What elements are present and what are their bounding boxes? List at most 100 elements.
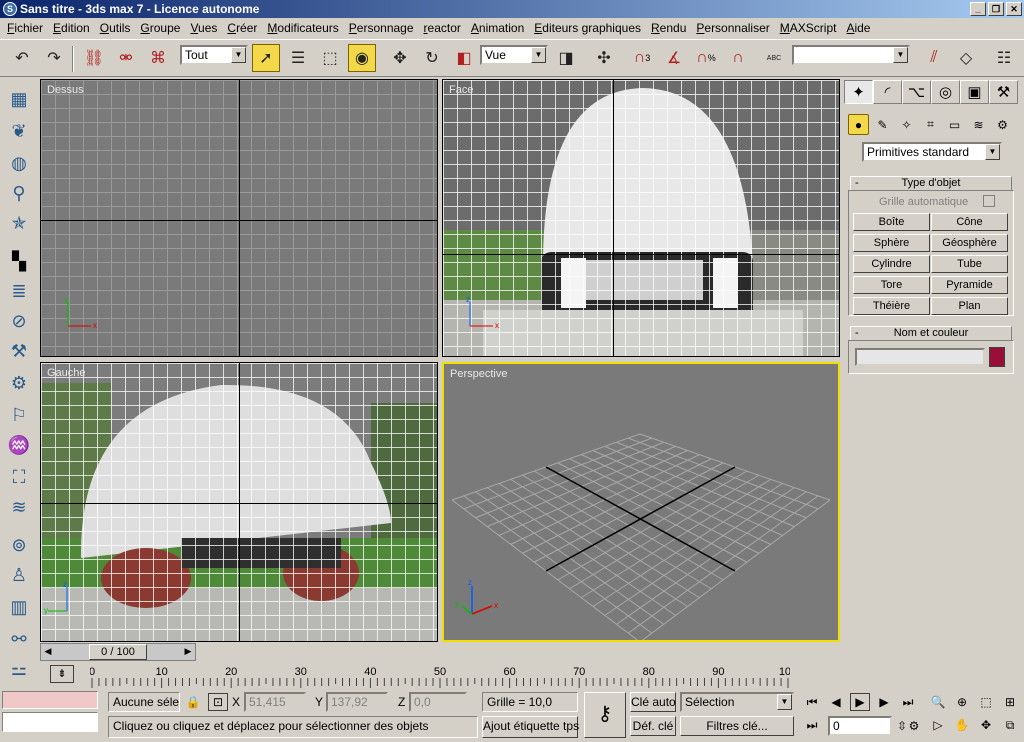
fov-icon[interactable]: ▷ bbox=[928, 716, 948, 734]
time-config-icon[interactable]: ⚙ bbox=[904, 717, 924, 735]
reference-coord-dropdown[interactable]: Vue ▼ bbox=[480, 45, 548, 65]
bind-space-warp-icon[interactable]: ⌘ bbox=[144, 44, 172, 72]
undo-icon[interactable]: ↶ bbox=[8, 44, 36, 72]
plane-button[interactable]: Plan bbox=[931, 297, 1008, 315]
previous-frame-icon[interactable]: ◀ bbox=[826, 693, 846, 711]
scale-icon[interactable]: ◧ bbox=[450, 44, 478, 72]
tube-button[interactable]: Tube bbox=[931, 255, 1008, 273]
go-to-end-icon[interactable]: ⏭ bbox=[898, 693, 918, 711]
objects-icon[interactable]: ▦ bbox=[6, 86, 32, 112]
menu-edition[interactable]: Edition bbox=[48, 21, 95, 35]
rotate-icon[interactable]: ↻ bbox=[418, 44, 446, 72]
sphere-icon[interactable]: ◍ bbox=[6, 150, 32, 176]
cylinder-button[interactable]: Cylindre bbox=[853, 255, 930, 273]
key-filters-button[interactable]: Filtres clé... bbox=[680, 716, 794, 736]
arc-rotate-icon[interactable]: ✥ bbox=[976, 716, 996, 734]
manipulate-icon[interactable]: ✣ bbox=[590, 44, 618, 72]
menu-animation[interactable]: Animation bbox=[466, 21, 529, 35]
display-tab-icon[interactable]: ▣ bbox=[960, 80, 989, 104]
lights-cat-icon[interactable]: ✧ bbox=[896, 114, 917, 135]
link-icon[interactable]: ⛓ bbox=[80, 44, 108, 72]
bend-icon[interactable]: ♒ bbox=[6, 432, 32, 458]
menu-groupe[interactable]: Groupe bbox=[135, 21, 185, 35]
menu-personnage[interactable]: Personnage bbox=[344, 21, 419, 35]
gear-icon[interactable]: ⚙ bbox=[6, 370, 32, 396]
shapes-cat-icon[interactable]: ✎ bbox=[872, 114, 893, 135]
menu-maxscript[interactable]: MAXScript bbox=[775, 21, 842, 35]
menu-outils[interactable]: Outils bbox=[95, 21, 136, 35]
torus-icon[interactable]: ⊚ bbox=[6, 532, 32, 558]
snap-toggle-icon[interactable]: ∩ 3 bbox=[628, 44, 656, 72]
viewport-front[interactable]: Face z x bbox=[442, 79, 840, 357]
panel-icon[interactable]: ▥ bbox=[6, 594, 32, 620]
maxscript-input[interactable] bbox=[2, 712, 98, 732]
menu-modificateurs[interactable]: Modificateurs bbox=[262, 21, 343, 35]
percent-snap-icon[interactable]: ∩% bbox=[692, 44, 720, 72]
zoom-icon[interactable]: 🔍 bbox=[928, 693, 948, 711]
current-frame-field[interactable]: 0 bbox=[828, 716, 892, 736]
motion-tab-icon[interactable]: ◎ bbox=[931, 80, 960, 104]
maxscript-listener-mini[interactable] bbox=[2, 691, 98, 709]
layer-manager-icon[interactable]: ☷ bbox=[990, 44, 1018, 72]
auto-grid-checkbox[interactable] bbox=[983, 195, 995, 207]
systems-cat-icon[interactable]: ⚙ bbox=[992, 114, 1013, 135]
category-dropdown[interactable]: Primitives standard ▼ bbox=[862, 142, 1002, 162]
y-coordinate-field[interactable]: 137,92 bbox=[326, 692, 388, 712]
next-frame-icon[interactable]: ▶ bbox=[874, 693, 894, 711]
box-button[interactable]: Boîte bbox=[853, 213, 930, 231]
align-icon[interactable]: ◇ bbox=[952, 44, 980, 72]
play-icon[interactable]: ▶ bbox=[850, 693, 870, 711]
set-key-icon[interactable]: ⚷ bbox=[584, 692, 626, 738]
viewport-left-label[interactable]: Gauche bbox=[47, 367, 86, 379]
close-button[interactable]: ✕ bbox=[1006, 2, 1022, 16]
select-object-icon[interactable]: ➚ bbox=[252, 44, 280, 72]
link-arm-icon[interactable]: ⚍ bbox=[6, 656, 32, 682]
helper-icon[interactable]: ⚐ bbox=[6, 402, 32, 428]
biped-icon[interactable]: ♙ bbox=[6, 562, 32, 588]
star-icon[interactable]: ✯ bbox=[6, 210, 32, 236]
prev-frame-arrow-icon[interactable]: ◀ bbox=[41, 644, 55, 660]
edit-named-selection-icon[interactable]: ABC bbox=[760, 44, 788, 72]
auto-key-button[interactable]: Clé auto bbox=[630, 692, 676, 712]
menu-reactor[interactable]: reactor bbox=[419, 21, 466, 35]
absolute-mode-icon[interactable]: ⊡ bbox=[208, 693, 228, 711]
menu-aide[interactable]: Aide bbox=[841, 21, 875, 35]
viewport-top-label[interactable]: Dessus bbox=[47, 84, 84, 96]
select-by-name-icon[interactable]: ☰ bbox=[284, 44, 312, 72]
helpers-cat-icon[interactable]: ▭ bbox=[944, 114, 965, 135]
bone-icon[interactable]: ⚯ bbox=[6, 626, 32, 652]
go-to-start-icon[interactable]: ⏮ bbox=[802, 693, 822, 711]
menu-personnaliser[interactable]: Personnaliser bbox=[691, 21, 774, 35]
time-slider[interactable]: ◀ 0 / 100 ▶ bbox=[40, 643, 196, 661]
lights-icon[interactable]: ⚲ bbox=[6, 180, 32, 206]
x-coordinate-field[interactable]: 51,415 bbox=[244, 692, 306, 712]
geometry-icon[interactable]: ● bbox=[848, 114, 869, 135]
pyramid-button[interactable]: Pyramide bbox=[931, 276, 1008, 294]
maximize-button[interactable]: ❐ bbox=[988, 2, 1004, 16]
viewport-persp-label[interactable]: Perspective bbox=[450, 368, 507, 380]
teapot-button[interactable]: Théière bbox=[853, 297, 930, 315]
time-slider-knob[interactable]: 0 / 100 bbox=[89, 644, 147, 660]
wrench-icon[interactable]: ⚒ bbox=[6, 338, 32, 364]
set-key-button[interactable]: Déf. clé bbox=[630, 716, 676, 736]
coil-icon[interactable]: ≣ bbox=[6, 278, 32, 304]
lock-icon[interactable]: 🔒 bbox=[183, 693, 203, 711]
menu-fichier[interactable]: Fichier bbox=[2, 21, 48, 35]
deform-icon[interactable]: ⛶ bbox=[6, 464, 32, 490]
spacewarps-cat-icon[interactable]: ≋ bbox=[968, 114, 989, 135]
menu-rendu[interactable]: Rendu bbox=[646, 21, 691, 35]
pivot-center-icon[interactable]: ◨ bbox=[552, 44, 580, 72]
create-tab-icon[interactable]: ✦ bbox=[844, 80, 873, 104]
cone-button[interactable]: Cône bbox=[931, 213, 1008, 231]
add-time-tag-button[interactable]: Ajout étiquette tps bbox=[482, 716, 579, 738]
modify-tab-icon[interactable]: ◜ bbox=[873, 80, 902, 104]
angle-snap-icon[interactable]: ∡ bbox=[660, 44, 688, 72]
hierarchy-tab-icon[interactable]: ⌥ bbox=[902, 80, 931, 104]
viewport-left[interactable]: Gauche z y bbox=[40, 362, 438, 642]
menu-creer[interactable]: Créer bbox=[222, 21, 262, 35]
z-coordinate-field[interactable]: 0,0 bbox=[409, 692, 467, 712]
torus-button[interactable]: Tore bbox=[853, 276, 930, 294]
minimize-button[interactable]: _ bbox=[970, 2, 986, 16]
sphere-button[interactable]: Sphère bbox=[853, 234, 930, 252]
object-name-input[interactable] bbox=[855, 348, 985, 366]
